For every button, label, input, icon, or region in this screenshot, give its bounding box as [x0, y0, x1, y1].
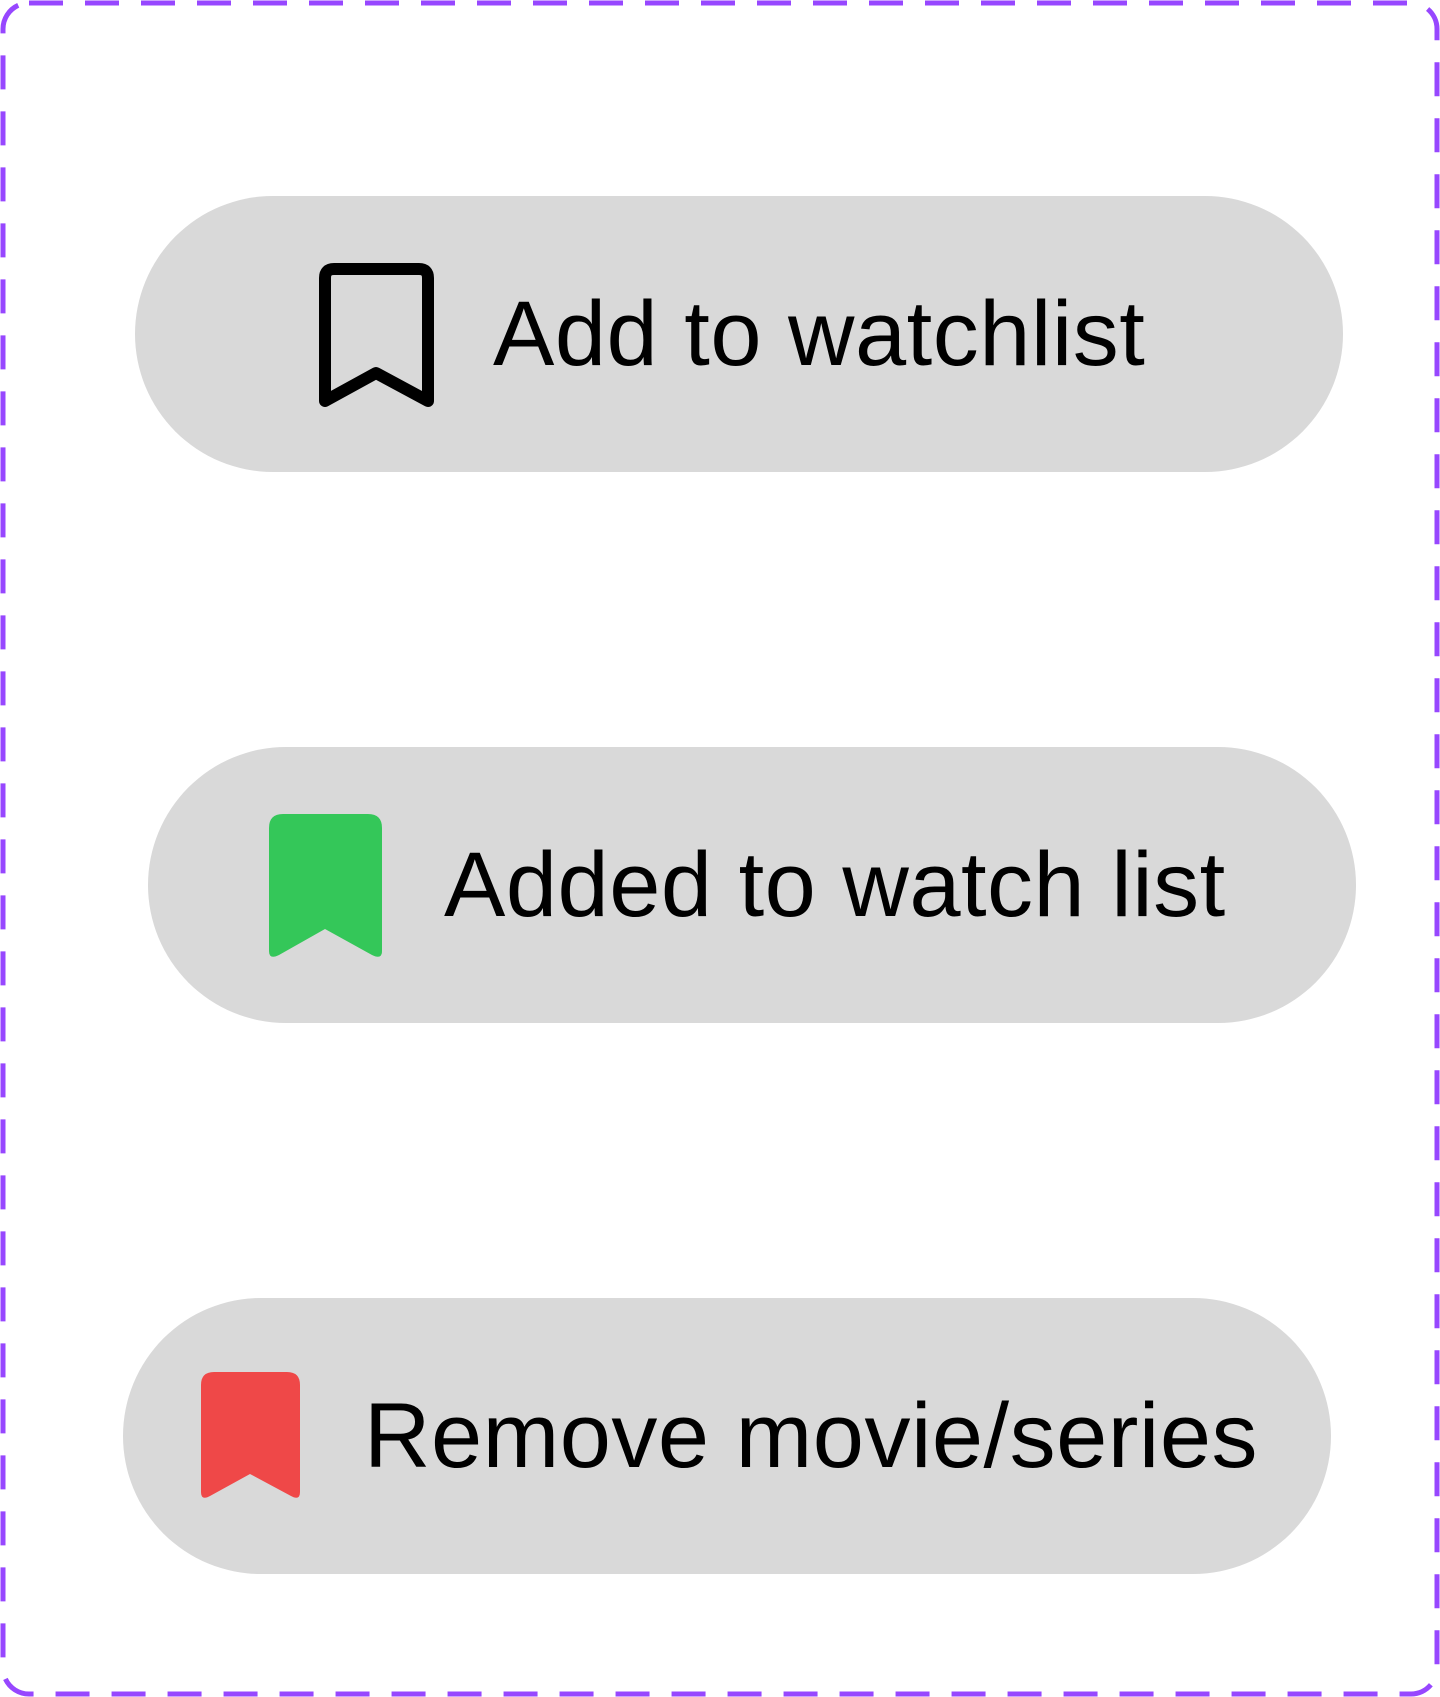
bookmark-filled-icon	[269, 814, 382, 957]
added-to-watch-list-label: Added to watch list	[444, 834, 1226, 936]
add-to-watchlist-button[interactable]: Add to watchlist	[135, 196, 1343, 472]
bookmark-outline-icon	[319, 263, 434, 407]
added-to-watch-list-button[interactable]: Added to watch list	[148, 747, 1356, 1023]
bookmark-filled-icon	[201, 1372, 300, 1498]
remove-movie-series-button[interactable]: Remove movie/series	[123, 1298, 1331, 1574]
remove-movie-series-label: Remove movie/series	[364, 1385, 1259, 1487]
add-to-watchlist-label: Add to watchlist	[493, 283, 1146, 385]
